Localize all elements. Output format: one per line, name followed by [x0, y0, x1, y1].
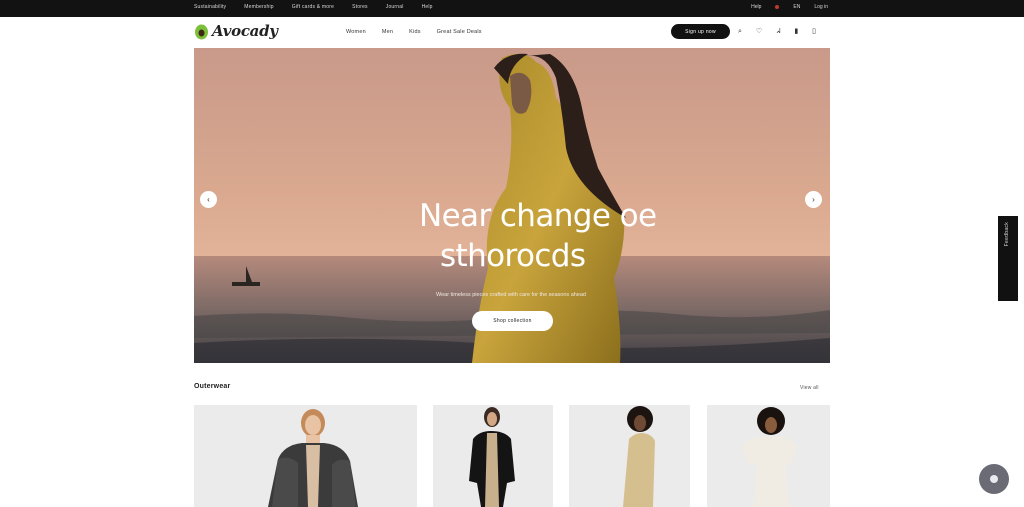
utility-link[interactable]: Gift cards & more: [292, 4, 334, 10]
product-card[interactable]: [569, 405, 690, 507]
hero-title: Near change oe sthorocds: [194, 196, 830, 276]
hero-banner[interactable]: Near change oe sthorocds Wear timeless p…: [194, 48, 830, 363]
utility-right: Help EN Log in: [751, 4, 828, 10]
site-header: Avocady Women Men Kids Great Sale Deals …: [0, 17, 1024, 47]
login-link[interactable]: Log in: [814, 4, 828, 10]
nav-item-deals[interactable]: Great Sale Deals: [437, 29, 482, 35]
feedback-label: Feedback: [1004, 222, 1010, 247]
chevron-left-icon: ‹: [207, 194, 210, 204]
section-title: Outerwear: [194, 383, 231, 390]
view-all-link[interactable]: View all: [800, 385, 819, 391]
help-link[interactable]: Help: [751, 4, 761, 10]
logo[interactable]: Avocady: [194, 22, 278, 40]
top-utility-bar: Sustainability Membership Gift cards & m…: [0, 0, 1024, 17]
utility-link[interactable]: Sustainability: [194, 4, 226, 10]
search-icon[interactable]: ⌕: [738, 27, 742, 37]
chat-button[interactable]: [979, 464, 1009, 494]
hero-subtitle: Wear timeless pieces crafted with care f…: [435, 292, 586, 298]
product-image: [569, 405, 690, 507]
utility-links: Sustainability Membership Gift cards & m…: [194, 4, 433, 10]
utility-link[interactable]: Journal: [386, 4, 404, 10]
menu-icon[interactable]: ▯: [812, 27, 816, 37]
feedback-tab[interactable]: Feedback: [998, 216, 1018, 301]
product-card[interactable]: [707, 405, 830, 507]
chevron-right-icon: ›: [812, 194, 815, 204]
nav-item-men[interactable]: Men: [382, 29, 393, 35]
carousel-next-button[interactable]: ›: [805, 191, 822, 208]
flag-icon[interactable]: [775, 5, 780, 9]
user-icon[interactable]: ᖽ: [776, 27, 780, 37]
product-card[interactable]: [194, 405, 417, 507]
carousel-prev-button[interactable]: ‹: [200, 191, 217, 208]
utility-link[interactable]: Help: [422, 4, 433, 10]
header-icons: ⌕ ♡ ᖽ ▮ ▯: [738, 27, 816, 37]
hero-title-line1: Near change oe: [419, 198, 657, 234]
main-nav: Women Men Kids Great Sale Deals: [346, 29, 482, 35]
product-image: [194, 405, 417, 507]
shop-collection-button[interactable]: Shop collection: [472, 311, 553, 331]
product-image: [707, 405, 830, 507]
product-card[interactable]: [433, 405, 553, 507]
nav-item-women[interactable]: Women: [346, 29, 366, 35]
logo-text: Avocady: [212, 22, 278, 40]
signup-button[interactable]: Sign up now: [671, 24, 730, 39]
chat-icon: [990, 475, 998, 483]
avocado-logo-icon: [195, 24, 208, 40]
utility-link[interactable]: Stores: [352, 4, 368, 10]
language-selector[interactable]: EN: [793, 4, 800, 10]
hero-title-line2: sthorocds: [440, 238, 586, 274]
bag-icon[interactable]: ▮: [794, 27, 798, 37]
product-image: [433, 405, 553, 507]
nav-item-kids[interactable]: Kids: [409, 29, 421, 35]
heart-icon[interactable]: ♡: [756, 27, 762, 37]
utility-link[interactable]: Membership: [244, 4, 274, 10]
